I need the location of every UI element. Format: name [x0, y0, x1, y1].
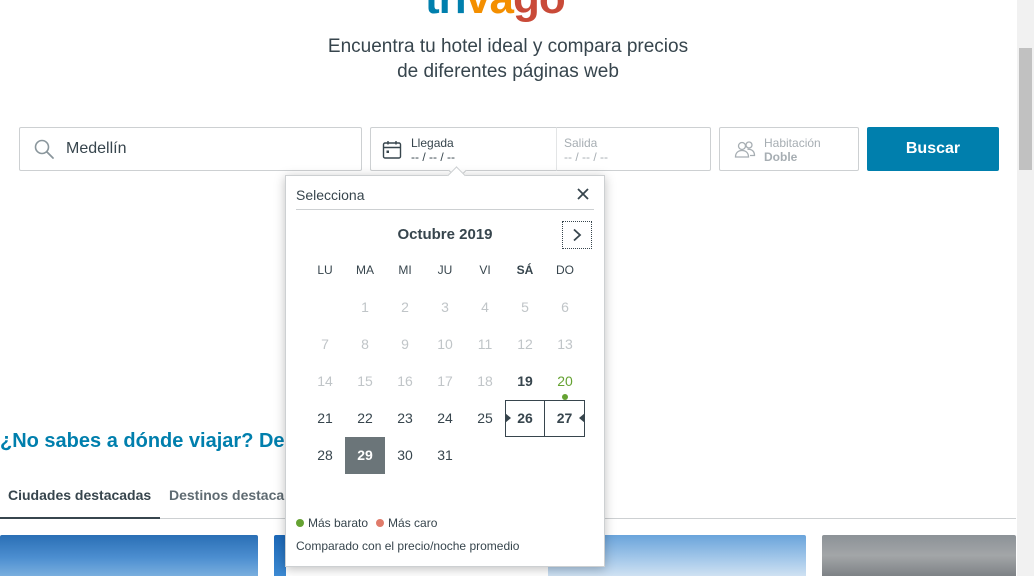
calendar-icon [382, 141, 402, 159]
calendar-day: 12 [517, 336, 533, 352]
close-icon[interactable] [574, 185, 592, 203]
page-scrollbar[interactable] [1017, 0, 1034, 576]
calendar-day: 14 [317, 373, 333, 389]
green-dot-icon [296, 519, 304, 527]
calendar-day: 13 [557, 336, 573, 352]
calendar-day: 2 [401, 299, 409, 315]
weekday-label: SÁ [516, 263, 534, 277]
calendar-day: 9 [401, 336, 409, 352]
calendar-day: 6 [561, 299, 569, 315]
tagline-line-2: de diferentes páginas web [397, 61, 619, 82]
calendar-day[interactable]: 25 [465, 400, 505, 437]
arrival-label: Llegada [411, 136, 454, 150]
calendar-day: 18 [477, 373, 493, 389]
calendar-day: 17 [437, 373, 453, 389]
weekday-label: VI [479, 263, 491, 277]
calendar-day: 7 [321, 336, 329, 352]
next-month-button[interactable] [562, 221, 592, 249]
trivago-logo[interactable]: trivago [425, 0, 566, 24]
calendar-day-today[interactable]: 19 [505, 363, 545, 400]
tagline: Encuentra tu hotel ideal y compara preci… [0, 34, 1016, 84]
room-value: Doble [764, 150, 798, 164]
calendar-day[interactable]: 21 [305, 400, 345, 437]
calendar-day: 8 [361, 336, 369, 352]
calendar-month-title: Octubre 2019 [397, 226, 493, 243]
chevron-right-icon [573, 228, 582, 242]
scrollbar-thumb[interactable] [1019, 48, 1032, 170]
search-button[interactable]: Buscar [867, 127, 999, 171]
calendar-day: 10 [437, 336, 453, 352]
weekday-label: DO [556, 263, 574, 277]
arrival-date-field[interactable]: Llegada -- / -- / -- [370, 127, 557, 171]
price-comparison-note: Comparado con el precio/noche promedio [296, 539, 520, 553]
calendar-day-selected[interactable]: 29 [345, 437, 385, 474]
calendar-day: 11 [477, 336, 493, 352]
tagline-line-1: Encuentra tu hotel ideal y compara preci… [327, 36, 689, 57]
room-label: Habitación [764, 136, 821, 150]
legend-expensive: Más caro [376, 516, 437, 530]
calendar-day-cheap[interactable]: 20 [545, 363, 585, 400]
logo-part-1: tri [425, 0, 467, 23]
weekday-label: MI [398, 263, 412, 277]
legend-expensive-label: Más caro [388, 516, 438, 530]
legend-cheap: Más barato [296, 516, 368, 530]
room-field[interactable]: Habitación Doble [719, 127, 859, 171]
calendar-day[interactable]: 28 [305, 437, 345, 474]
calendar-day: 5 [521, 299, 529, 315]
date-picker-title: Selecciona [296, 187, 365, 203]
logo-part-2: va [466, 0, 514, 23]
destination-card-image[interactable] [822, 535, 1016, 576]
weekday-label: LU [317, 263, 333, 277]
calendar-day: 1 [361, 299, 369, 315]
tab-featured-cities[interactable]: Ciudades destacadas [0, 478, 160, 519]
calendar-day[interactable]: 23 [385, 400, 425, 437]
departure-label: Salida [564, 136, 598, 150]
calendar-day-weekend-highlight[interactable]: 26 [505, 400, 545, 437]
guests-icon [734, 141, 756, 158]
calendar-day-weekend-highlight[interactable]: 27 [545, 400, 585, 437]
date-picker-header: Selecciona [296, 176, 594, 210]
calendar-day: 15 [357, 373, 373, 389]
destination-card-image[interactable] [0, 535, 258, 576]
destination-field[interactable] [19, 127, 362, 171]
weekday-label: JU [437, 263, 453, 277]
tab-featured-destinations[interactable]: Destinos destaca [169, 478, 284, 519]
weekday-label: MA [356, 263, 374, 277]
promo-heading: ¿No sabes a dónde viajar? De [0, 430, 285, 452]
legend-cheap-label: Más barato [308, 516, 369, 530]
calendar-day[interactable]: 30 [385, 437, 425, 474]
calendar-day: 3 [441, 299, 449, 315]
price-legend: Más barato Más caro [296, 516, 445, 530]
red-dot-icon [376, 519, 385, 527]
logo-part-3: go [513, 0, 566, 23]
calendar-day: 16 [397, 373, 413, 389]
calendar-day[interactable]: 24 [425, 400, 465, 437]
arrival-value: -- / -- / -- [411, 150, 455, 164]
calendar-day: 4 [481, 299, 489, 315]
calendar-day[interactable]: 31 [425, 437, 465, 474]
search-icon [34, 139, 54, 159]
departure-date-field[interactable]: Salida -- / -- / -- [556, 127, 711, 171]
departure-value: -- / -- / -- [564, 150, 608, 164]
calendar-day[interactable]: 22 [345, 400, 385, 437]
destination-input[interactable] [66, 140, 336, 158]
date-picker-popup: Selecciona Octubre 2019 LU MA MI JU VI S… [285, 175, 605, 567]
